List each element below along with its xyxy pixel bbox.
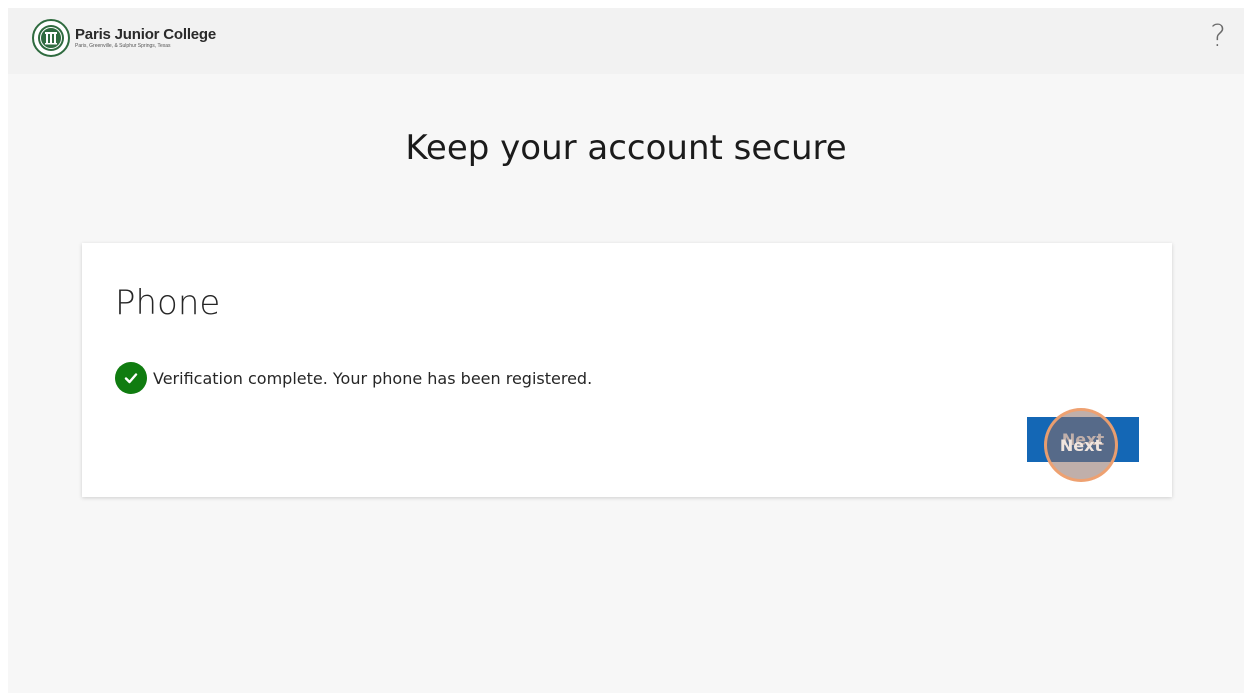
card-title: Phone xyxy=(115,283,221,323)
page-title: Keep your account secure xyxy=(405,128,847,168)
college-name: Paris Junior College xyxy=(75,26,217,43)
college-logo: Paris Junior College Paris, Greenville, … xyxy=(32,19,216,57)
header-bar: Paris Junior College Paris, Greenville, … xyxy=(8,8,1244,74)
help-icon[interactable]: ? xyxy=(1210,22,1226,52)
next-button[interactable]: Next xyxy=(1027,417,1139,462)
college-seal-icon xyxy=(32,19,70,57)
logo-text: Paris Junior College Paris, Greenville, … xyxy=(75,27,216,49)
app-window: Paris Junior College Paris, Greenville, … xyxy=(8,8,1244,693)
seal-emblem-icon xyxy=(38,25,64,51)
verification-status: Verification complete. Your phone has be… xyxy=(115,362,592,394)
phone-setup-card: Phone Verification complete. Your phone … xyxy=(82,243,1172,497)
status-message: Verification complete. Your phone has be… xyxy=(153,368,593,388)
check-circle-icon xyxy=(115,362,147,394)
college-tagline: Paris, Greenville, & Sulphur Springs, Te… xyxy=(75,43,171,49)
